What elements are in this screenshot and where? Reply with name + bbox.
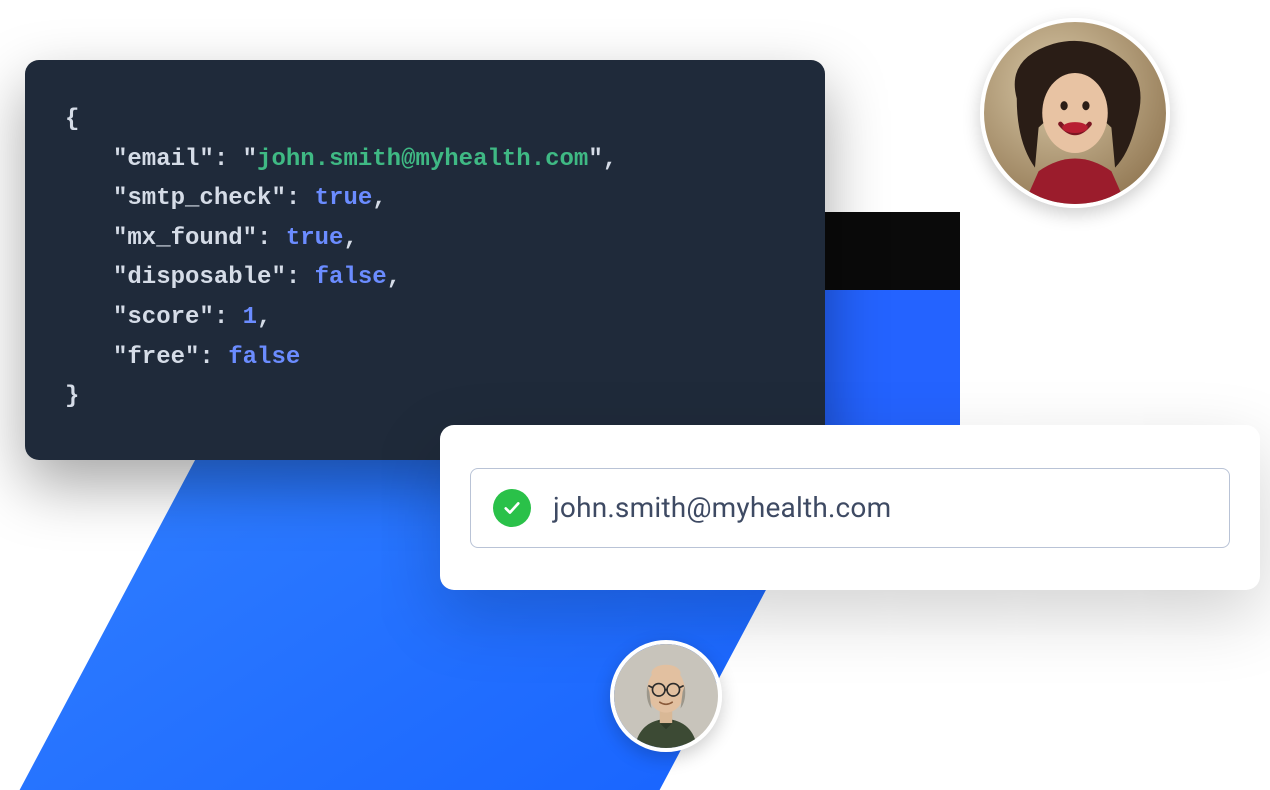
avatar (980, 18, 1170, 208)
brace-open: { (65, 106, 79, 133)
code-line-smtp: "smtp_check": true, (113, 179, 785, 219)
api-response-code-block: { "email": "john.smith@myhealth.com", "s… (25, 60, 825, 460)
code-line-email: "email": "john.smith@myhealth.com", (113, 140, 785, 180)
code-line-mx: "mx_found": true, (113, 219, 785, 259)
code-line-disposable: "disposable": false, (113, 258, 785, 298)
code-line-score: "score": 1, (113, 298, 785, 338)
decorative-blue-square (820, 290, 960, 430)
email-input[interactable]: john.smith@myhealth.com (470, 468, 1230, 548)
email-input-value: john.smith@myhealth.com (553, 491, 891, 524)
check-circle-icon (493, 489, 531, 527)
brace-close: } (65, 383, 79, 410)
code-line-free: "free": false (113, 338, 785, 378)
avatar (610, 640, 722, 752)
email-validation-card: john.smith@myhealth.com (440, 425, 1260, 590)
